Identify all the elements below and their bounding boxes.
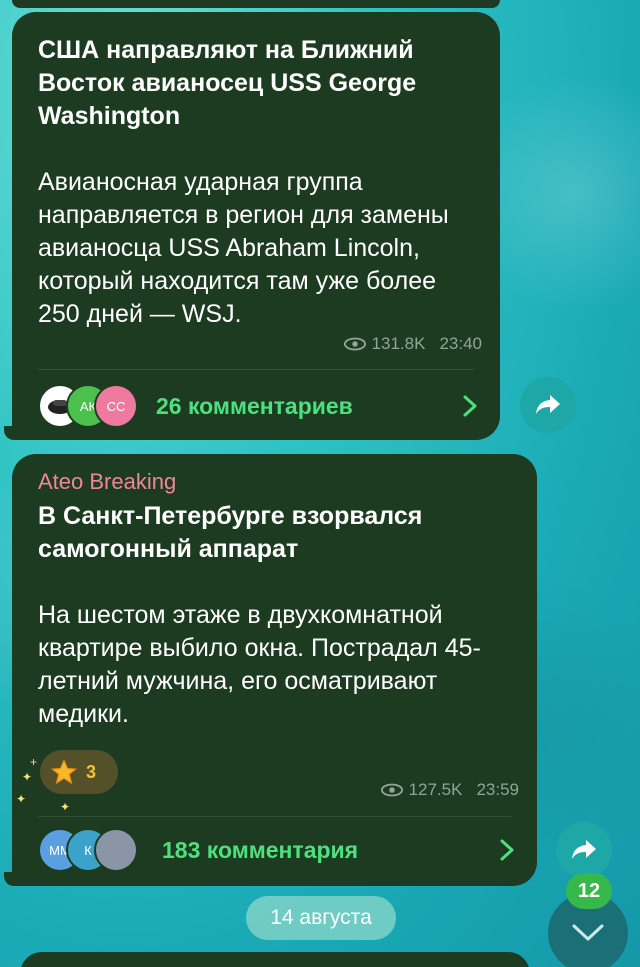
unread-badge: 12 bbox=[566, 873, 612, 909]
comments-row[interactable]: ММ К 183 комментария bbox=[38, 826, 515, 874]
reaction-count: 3 bbox=[86, 761, 97, 782]
message-title: В Санкт-Петербурге взорвался самогонный … bbox=[38, 502, 423, 563]
message-bubble[interactable]: Ateo Breaking В Санкт-Петербурге взорвал… bbox=[12, 454, 537, 886]
chevron-down-icon bbox=[572, 924, 604, 941]
forwarded-sender[interactable]: Ateo Breaking bbox=[38, 468, 511, 496]
message-meta: 131.8K 23:40 bbox=[343, 334, 482, 354]
bubble-tail bbox=[4, 426, 18, 440]
comments-count-link[interactable]: 26 комментариев bbox=[156, 393, 353, 420]
comments-count-link[interactable]: 183 комментария bbox=[162, 837, 358, 864]
message-time: 23:59 bbox=[476, 780, 519, 799]
previous-message-edge bbox=[12, 0, 500, 8]
views-eye-icon bbox=[380, 783, 403, 797]
share-button[interactable] bbox=[520, 377, 576, 433]
sparkle-icon: ✦ bbox=[60, 800, 71, 814]
message-time: 23:40 bbox=[439, 334, 482, 353]
share-arrow-icon bbox=[536, 395, 560, 414]
sparkle-icon: + bbox=[30, 755, 38, 769]
comments-divider bbox=[38, 369, 474, 370]
next-message-edge bbox=[20, 952, 530, 967]
chevron-right-icon bbox=[500, 839, 514, 861]
avatar bbox=[94, 828, 138, 872]
share-arrow-icon bbox=[572, 840, 596, 859]
views-eye-icon bbox=[343, 337, 366, 351]
message-text: На шестом этаже в двухкомнатной квартире… bbox=[38, 601, 481, 728]
views-count: 127.5K bbox=[408, 780, 463, 799]
date-separator: 14 августа bbox=[246, 896, 396, 940]
avatar: СС bbox=[94, 384, 138, 428]
sparkle-icon: ✦ bbox=[16, 792, 27, 806]
views-count: 131.8K bbox=[371, 334, 426, 353]
message-meta: 127.5K 23:59 bbox=[380, 780, 519, 800]
message-title: США направляют на Ближний Восток авианос… bbox=[38, 36, 417, 130]
commenter-avatars: ММ К bbox=[38, 828, 138, 872]
reaction-star[interactable]: 3 bbox=[40, 750, 118, 794]
comments-row[interactable]: АК СС 26 комментариев bbox=[38, 382, 478, 430]
share-button[interactable] bbox=[556, 822, 612, 878]
commenter-avatars: АК СС bbox=[38, 384, 138, 428]
message-bubble[interactable]: США направляют на Ближний Восток авианос… bbox=[12, 12, 500, 440]
star-icon bbox=[50, 758, 78, 785]
chevron-right-icon bbox=[463, 395, 477, 417]
message-text: Авианосная ударная группа направляется в… bbox=[38, 168, 449, 328]
comments-divider bbox=[38, 816, 511, 817]
bubble-tail bbox=[4, 872, 18, 886]
sparkle-icon: ✦ bbox=[22, 770, 33, 784]
